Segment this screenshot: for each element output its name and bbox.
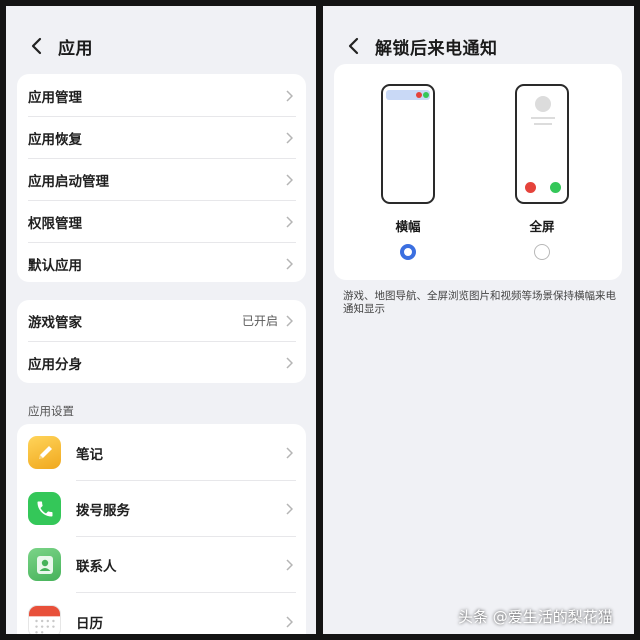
- list-item-calendar[interactable]: 日历: [17, 594, 306, 634]
- notes-icon: [28, 436, 61, 469]
- back-arrow-icon[interactable]: [22, 31, 52, 61]
- list-item-label: 应用恢复: [28, 131, 82, 148]
- chevron-right-icon: [282, 502, 296, 515]
- fullscreen-preview-phone: [515, 84, 569, 204]
- chevron-right-icon: [282, 615, 296, 628]
- status-value: 已开启: [241, 314, 278, 328]
- option-label: 横幅: [395, 219, 421, 234]
- app-management-card: 应用管理 应用恢复 应用启动管理 权限管理 默认应用: [17, 74, 306, 282]
- phone-icon: [28, 492, 61, 525]
- call-notification-header: 解锁后来电通知: [339, 28, 498, 64]
- decline-icon: [525, 182, 536, 193]
- chevron-right-icon: [282, 131, 296, 144]
- divider: [76, 592, 296, 593]
- caller-avatar-icon: [535, 96, 551, 112]
- app-settings-panel: 应用 应用管理 应用恢复 应用启动管理 权限管理 默认应用 游戏管家 已开启 应…: [6, 6, 316, 634]
- game-clone-card: 游戏管家 已开启 应用分身: [17, 300, 306, 383]
- call-notification-panel: 解锁后来电通知 横幅 全屏 游戏、地图导航、全屏浏览图片和视频等场景保持横幅来电…: [323, 6, 634, 634]
- list-item-dialer-service[interactable]: 拨号服务: [17, 481, 306, 536]
- list-item-app-management[interactable]: 应用管理: [17, 75, 306, 116]
- accept-icon: [423, 92, 429, 98]
- chevron-right-icon: [282, 558, 296, 571]
- accept-icon: [550, 182, 561, 193]
- calendar-icon: [28, 605, 61, 634]
- decline-icon: [416, 92, 422, 98]
- chevron-right-icon: [282, 215, 296, 228]
- list-item-permission-management[interactable]: 权限管理: [17, 201, 306, 242]
- caller-name-line: [531, 117, 555, 119]
- chevron-right-icon: [282, 356, 296, 369]
- option-label: 全屏: [529, 219, 555, 234]
- page-title: 应用: [58, 38, 93, 59]
- chevron-right-icon: [282, 257, 296, 270]
- list-item-label: 权限管理: [28, 215, 82, 232]
- list-item-default-apps[interactable]: 默认应用: [17, 243, 306, 282]
- page-title: 解锁后来电通知: [375, 38, 498, 59]
- list-item-app-clone[interactable]: 应用分身: [17, 342, 306, 383]
- list-item-game-manager[interactable]: 游戏管家 已开启: [17, 300, 306, 341]
- chevron-right-icon: [282, 446, 296, 459]
- app-settings-header: 应用: [22, 28, 93, 64]
- description-text: 游戏、地图导航、全屏浏览图片和视频等场景保持横幅来电通知显示: [343, 290, 616, 315]
- list-item-label: 笔记: [76, 446, 103, 463]
- list-item-contacts[interactable]: 联系人: [17, 537, 306, 592]
- list-item-label: 游戏管家: [28, 314, 82, 331]
- chevron-right-icon: [282, 173, 296, 186]
- list-item-label: 日历: [76, 615, 103, 632]
- list-item-label: 拨号服务: [76, 502, 130, 519]
- list-item-label: 默认应用: [28, 257, 82, 274]
- watermark: 头条 @爱生活的梨花猫: [458, 608, 613, 626]
- caller-info-line: [534, 123, 552, 125]
- list-item-label: 联系人: [76, 558, 117, 575]
- radio-banner[interactable]: [400, 244, 416, 260]
- chevron-right-icon: [282, 314, 296, 327]
- list-item-notes[interactable]: 笔记: [17, 425, 306, 480]
- app-settings-list-card: 笔记 拨号服务 联系人 日历: [17, 424, 306, 634]
- list-item-label: 应用管理: [28, 89, 82, 106]
- chevron-right-icon: [282, 89, 296, 102]
- list-item-app-restore[interactable]: 应用恢复: [17, 117, 306, 158]
- notification-style-card: 横幅 全屏: [334, 64, 622, 280]
- list-item-label: 应用启动管理: [28, 173, 109, 190]
- radio-fullscreen[interactable]: [534, 244, 550, 260]
- back-arrow-icon[interactable]: [339, 31, 369, 61]
- banner-preview-phone: [381, 84, 435, 204]
- list-item-label: 应用分身: [28, 356, 82, 373]
- contacts-icon: [28, 548, 61, 581]
- list-item-app-launch-management[interactable]: 应用启动管理: [17, 159, 306, 200]
- section-title-app-settings: 应用设置: [28, 404, 74, 418]
